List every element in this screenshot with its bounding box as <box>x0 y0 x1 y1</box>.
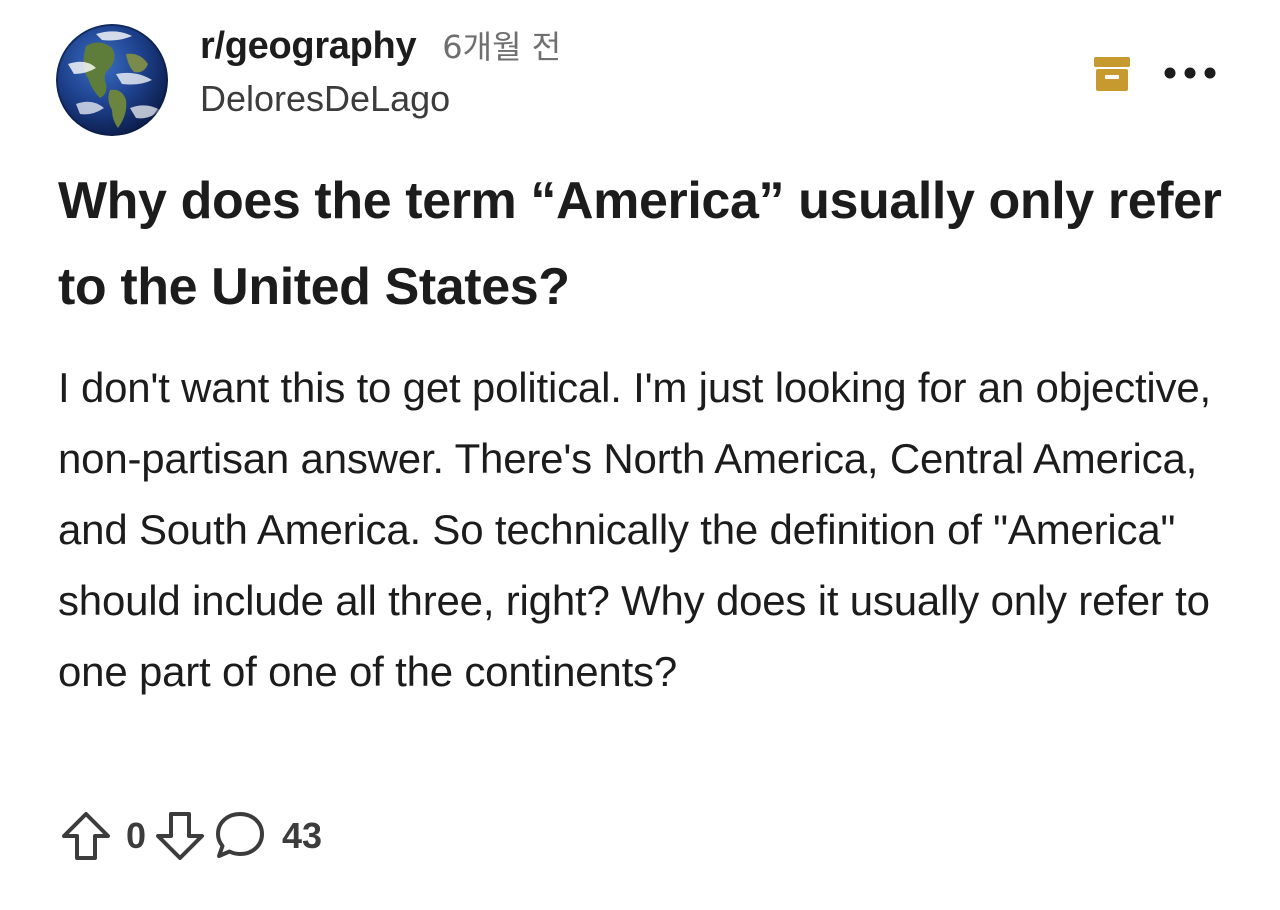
vote-score: 0 <box>126 815 147 856</box>
downvote-arrow-icon[interactable] <box>154 810 206 862</box>
post-meta-line: r/geography 6개월 전 <box>200 22 561 74</box>
comment-count: 43 <box>282 815 323 856</box>
comments-button[interactable]: 43 <box>214 810 322 862</box>
post-card: r/geography 6개월 전 DeloresDeLago Why does… <box>0 0 1280 910</box>
more-dots-icon[interactable] <box>1160 58 1220 88</box>
post-time: 6개월 전 <box>442 28 562 66</box>
post-meta: r/geography 6개월 전 DeloresDeLago <box>200 22 561 120</box>
post-author[interactable]: DeloresDeLago <box>200 78 561 120</box>
subreddit-name[interactable]: r/geography <box>200 25 417 68</box>
archive-box-icon[interactable] <box>1092 54 1132 94</box>
comment-bubble-icon <box>216 812 265 858</box>
globe-icon <box>56 24 168 136</box>
post-title[interactable]: Why does the term “America” usually only… <box>58 158 1228 330</box>
upvote-arrow-icon[interactable] <box>60 810 112 862</box>
post-body: I don't want this to get political. I'm … <box>58 364 1211 695</box>
post-actions: 0 43 <box>60 808 322 864</box>
subreddit-avatar[interactable] <box>56 24 168 136</box>
